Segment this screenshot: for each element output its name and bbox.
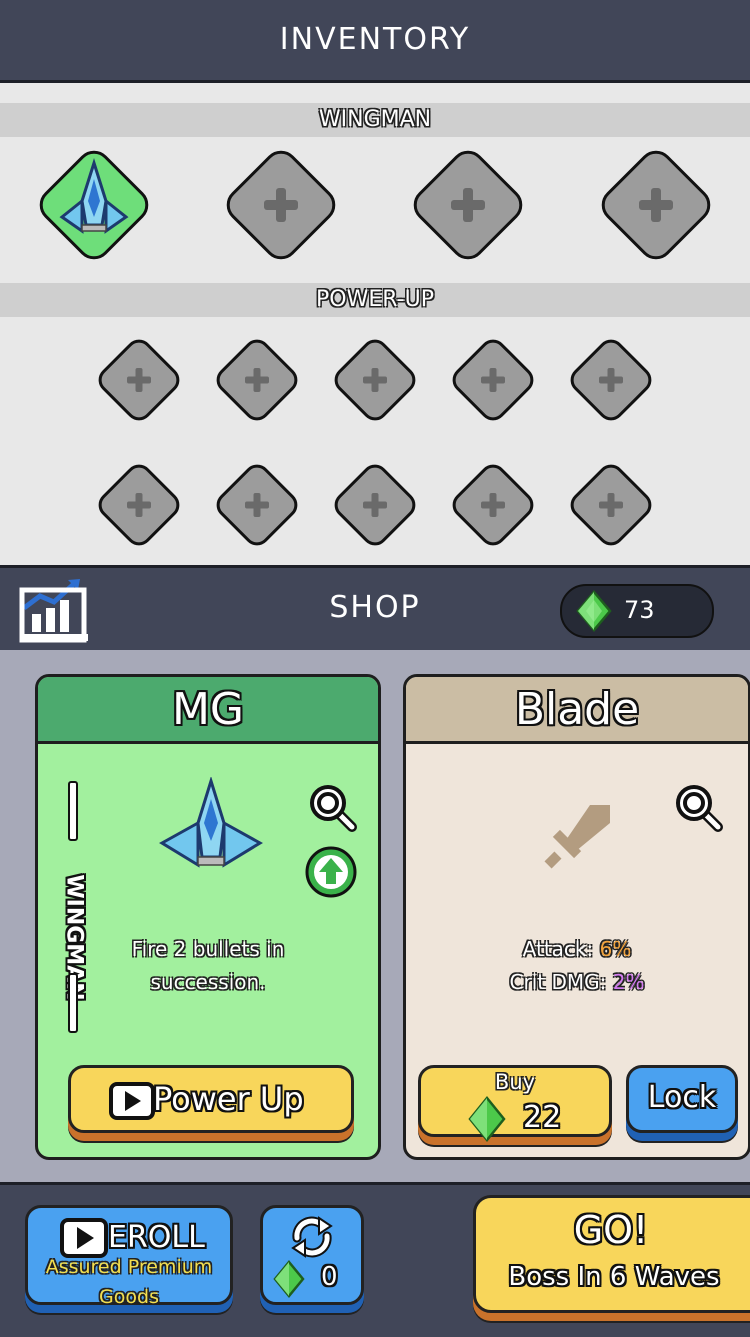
wingman-ship-icon	[159, 777, 263, 868]
plus-icon	[570, 464, 652, 546]
plus-icon	[452, 339, 534, 421]
powerup-slot[interactable]	[446, 458, 540, 552]
powerup-slot[interactable]	[446, 333, 540, 427]
buy-button[interactable]: Buy 22	[418, 1065, 612, 1142]
powerup-slot[interactable]	[564, 458, 658, 552]
refresh-button[interactable]: 0	[260, 1205, 364, 1305]
upgrade-arrow-icon[interactable]	[304, 845, 358, 899]
item-card-mg[interactable]: MG WINGMAN Fire 2 bullets in succession.…	[35, 674, 381, 1160]
gem-count: 73	[624, 596, 655, 624]
powerup-slot[interactable]	[328, 333, 422, 427]
top-header: INVENTORY	[0, 0, 750, 83]
category-divider	[68, 781, 78, 841]
lock-label: Lock	[647, 1080, 717, 1115]
gem-icon	[468, 1096, 506, 1142]
plus-icon	[334, 464, 416, 546]
wingman-ship-icon	[39, 150, 149, 260]
inventory-panel: WINGMAN POWER-UP	[0, 83, 750, 565]
reroll-label: EROLL	[108, 1220, 205, 1255]
plus-icon	[98, 339, 180, 421]
card-title: MG	[38, 677, 378, 744]
go-subtitle: Boss In 6 Waves	[508, 1262, 720, 1292]
wingman-slot-2[interactable]	[219, 143, 343, 267]
magnify-icon[interactable]	[672, 781, 724, 833]
wingman-slot-3[interactable]	[406, 143, 530, 267]
buy-label: Buy	[494, 1070, 536, 1094]
refresh-cost: 0	[321, 1262, 338, 1292]
lock-button[interactable]: Lock	[626, 1065, 738, 1133]
powerup-section-label: POWER-UP	[0, 283, 750, 317]
shop-body: MG WINGMAN Fire 2 bullets in succession.…	[0, 650, 750, 1182]
gem-icon	[576, 590, 612, 632]
plus-icon	[334, 339, 416, 421]
card-description: Fire 2 bullets in succession.	[131, 937, 285, 994]
stat-crit-value: 2%	[612, 970, 645, 994]
plus-icon	[570, 339, 652, 421]
power-up-button[interactable]: Power Up	[68, 1065, 354, 1133]
powerup-slot[interactable]	[564, 333, 658, 427]
shop-header: SHOP 73	[0, 565, 750, 653]
video-ad-icon	[109, 1082, 155, 1120]
magnify-icon[interactable]	[306, 781, 358, 833]
gem-counter: 73	[560, 584, 714, 638]
item-card-blade[interactable]: Blade Attack: 6% Crit DMG: 2% Buy 22 Loc…	[403, 674, 750, 1160]
stat-attack-label: Attack:	[522, 937, 594, 961]
wingman-slot-1[interactable]	[32, 143, 156, 267]
plus-icon	[601, 150, 711, 260]
plus-icon	[98, 464, 180, 546]
go-button[interactable]: GO! Boss In 6 Waves	[473, 1195, 750, 1313]
powerup-slot[interactable]	[328, 458, 422, 552]
go-label: GO!	[573, 1208, 649, 1252]
wingman-slot-4[interactable]	[594, 143, 718, 267]
plus-icon	[226, 150, 336, 260]
sword-icon	[544, 805, 610, 869]
gem-icon	[273, 1260, 305, 1298]
refresh-icon	[291, 1216, 333, 1258]
reroll-subtitle: Assured Premium Goods	[45, 1256, 213, 1308]
plus-icon	[413, 150, 523, 260]
powerup-slot[interactable]	[92, 458, 186, 552]
card-title: Blade	[406, 677, 748, 744]
stat-attack-value: 6%	[599, 937, 632, 961]
bottom-bar: EROLL Assured Premium Goods 0 GO! Boss I…	[0, 1182, 750, 1337]
page-title: INVENTORY	[279, 22, 471, 57]
power-up-label: Power Up	[153, 1080, 304, 1118]
price: 22	[523, 1100, 562, 1135]
plus-icon	[452, 464, 534, 546]
reroll-button[interactable]: EROLL Assured Premium Goods	[25, 1205, 233, 1308]
powerup-slot[interactable]	[210, 333, 304, 427]
stat-crit-label: Crit DMG:	[509, 970, 607, 994]
plus-icon	[216, 464, 298, 546]
powerup-slot[interactable]	[92, 333, 186, 427]
powerup-slot[interactable]	[210, 458, 304, 552]
wingman-section-label: WINGMAN	[0, 103, 750, 137]
plus-icon	[216, 339, 298, 421]
card-stats: Attack: 6% Crit DMG: 2%	[426, 933, 728, 999]
